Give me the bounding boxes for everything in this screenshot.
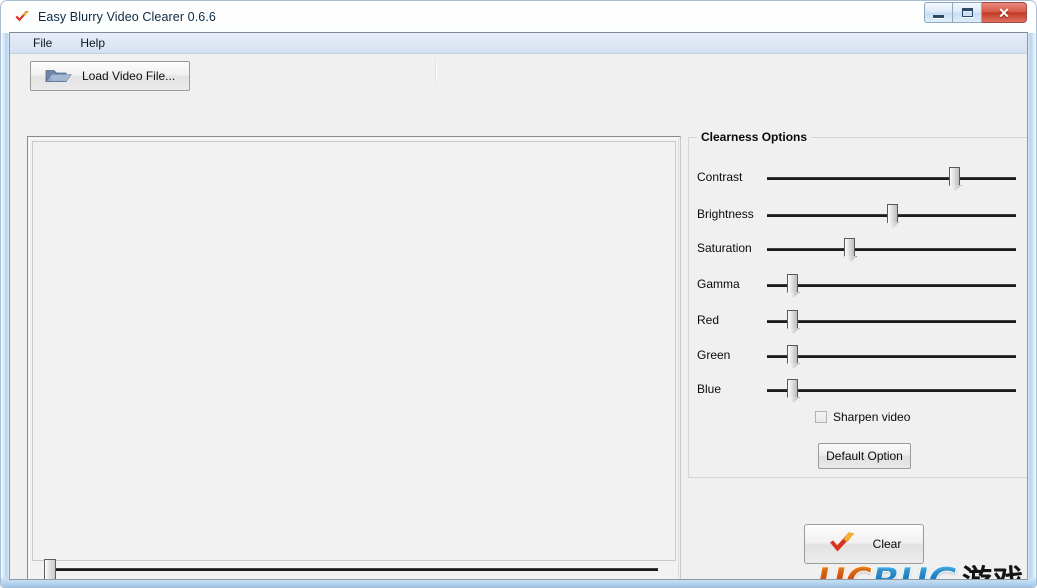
slider-saturation[interactable] [767,237,1016,263]
window-title: Easy Blurry Video Clearer 0.6.6 [38,9,216,24]
window-frame-right [1028,33,1036,581]
sharpen-video-label: Sharpen video [833,410,911,424]
slider-track-contrast[interactable] [767,177,1016,180]
load-video-file-button[interactable]: Load Video File... [30,61,190,91]
menu-item-help[interactable]: Help [71,34,114,52]
menu-bar: File Help [10,33,1027,54]
slider-contrast[interactable] [767,166,1016,192]
slider-track-green[interactable] [767,355,1016,358]
folder-icon [43,65,73,87]
checkbox-box-icon[interactable] [815,411,827,423]
slider-row-blue: Blue [689,378,1027,404]
slider-blue[interactable] [767,378,1016,404]
slider-row-saturation: Saturation [689,237,1027,263]
watermark-logo-text: UCBUG [815,563,958,580]
ucbug-watermark: UCBUG 游戏网 .com [815,563,1027,580]
video-preview-area[interactable] [32,141,676,561]
video-preview-inner [29,138,679,579]
slider-row-green: Green [689,344,1027,370]
title-bar[interactable]: Easy Blurry Video Clearer 0.6.6 ✕ [9,1,1028,32]
slider-thumb-gamma[interactable] [786,274,798,292]
video-timeline-slider[interactable] [36,559,670,579]
maximize-icon [961,8,973,17]
slider-track-blue[interactable] [767,389,1016,392]
default-option-button[interactable]: Default Option [818,443,911,469]
watermark-chinese: 游戏网 [962,567,1027,580]
minimize-button[interactable] [924,2,953,23]
clear-button[interactable]: Clear [804,524,924,564]
timeline-thumb[interactable] [44,559,56,579]
slider-label-saturation: Saturation [697,241,752,255]
clear-button-label: Clear [872,537,902,551]
slider-row-brightness: Brightness [689,203,1027,229]
slider-label-contrast: Contrast [697,170,743,184]
slider-label-red: Red [697,313,720,327]
slider-thumb-green[interactable] [786,345,798,363]
slider-track-saturation[interactable] [767,248,1016,251]
application-window: Easy Blurry Video Clearer 0.6.6 ✕ File H… [0,0,1037,588]
maximize-button[interactable] [953,2,982,23]
default-option-label: Default Option [826,449,903,463]
slider-gamma[interactable] [767,273,1016,299]
slider-row-gamma: Gamma [689,273,1027,299]
slider-label-green: Green [697,348,731,362]
slider-row-red: Red [689,309,1027,335]
slider-red[interactable] [767,309,1016,335]
clearness-options-group: Clearness Options Contrast Brightness Satu… [688,130,1027,478]
client-area: File Help Load Video File... Clearness O… [9,32,1028,580]
clear-checkmark-icon [827,529,857,560]
video-preview-panel[interactable] [27,136,681,579]
close-button[interactable]: ✕ [982,2,1027,23]
toolbar-separator [435,59,437,83]
menu-item-file[interactable]: File [24,34,61,52]
slider-thumb-saturation[interactable] [844,238,856,256]
slider-thumb-blue[interactable] [786,379,798,397]
slider-thumb-red[interactable] [786,310,798,328]
minimize-icon [933,14,944,18]
slider-label-brightness: Brightness [697,207,754,221]
load-video-file-label: Load Video File... [82,69,176,83]
slider-thumb-contrast[interactable] [948,167,960,185]
clearness-options-title: Clearness Options [697,130,812,144]
slider-green[interactable] [767,344,1016,370]
toolbar: Load Video File... [10,54,1027,95]
timeline-track[interactable] [50,568,658,571]
slider-brightness[interactable] [767,203,1016,229]
close-icon: ✕ [998,4,1010,21]
slider-row-contrast: Contrast [689,166,1027,192]
window-controls: ✕ [924,2,1027,23]
slider-track-gamma[interactable] [767,284,1016,287]
sharpen-video-checkbox[interactable]: Sharpen video [815,410,910,424]
slider-label-blue: Blue [697,382,722,396]
window-frame-left [1,33,9,581]
slider-track-red[interactable] [767,320,1016,323]
slider-label-gamma: Gamma [697,277,740,291]
app-checkmark-icon [13,8,31,26]
slider-thumb-brightness[interactable] [886,204,898,222]
